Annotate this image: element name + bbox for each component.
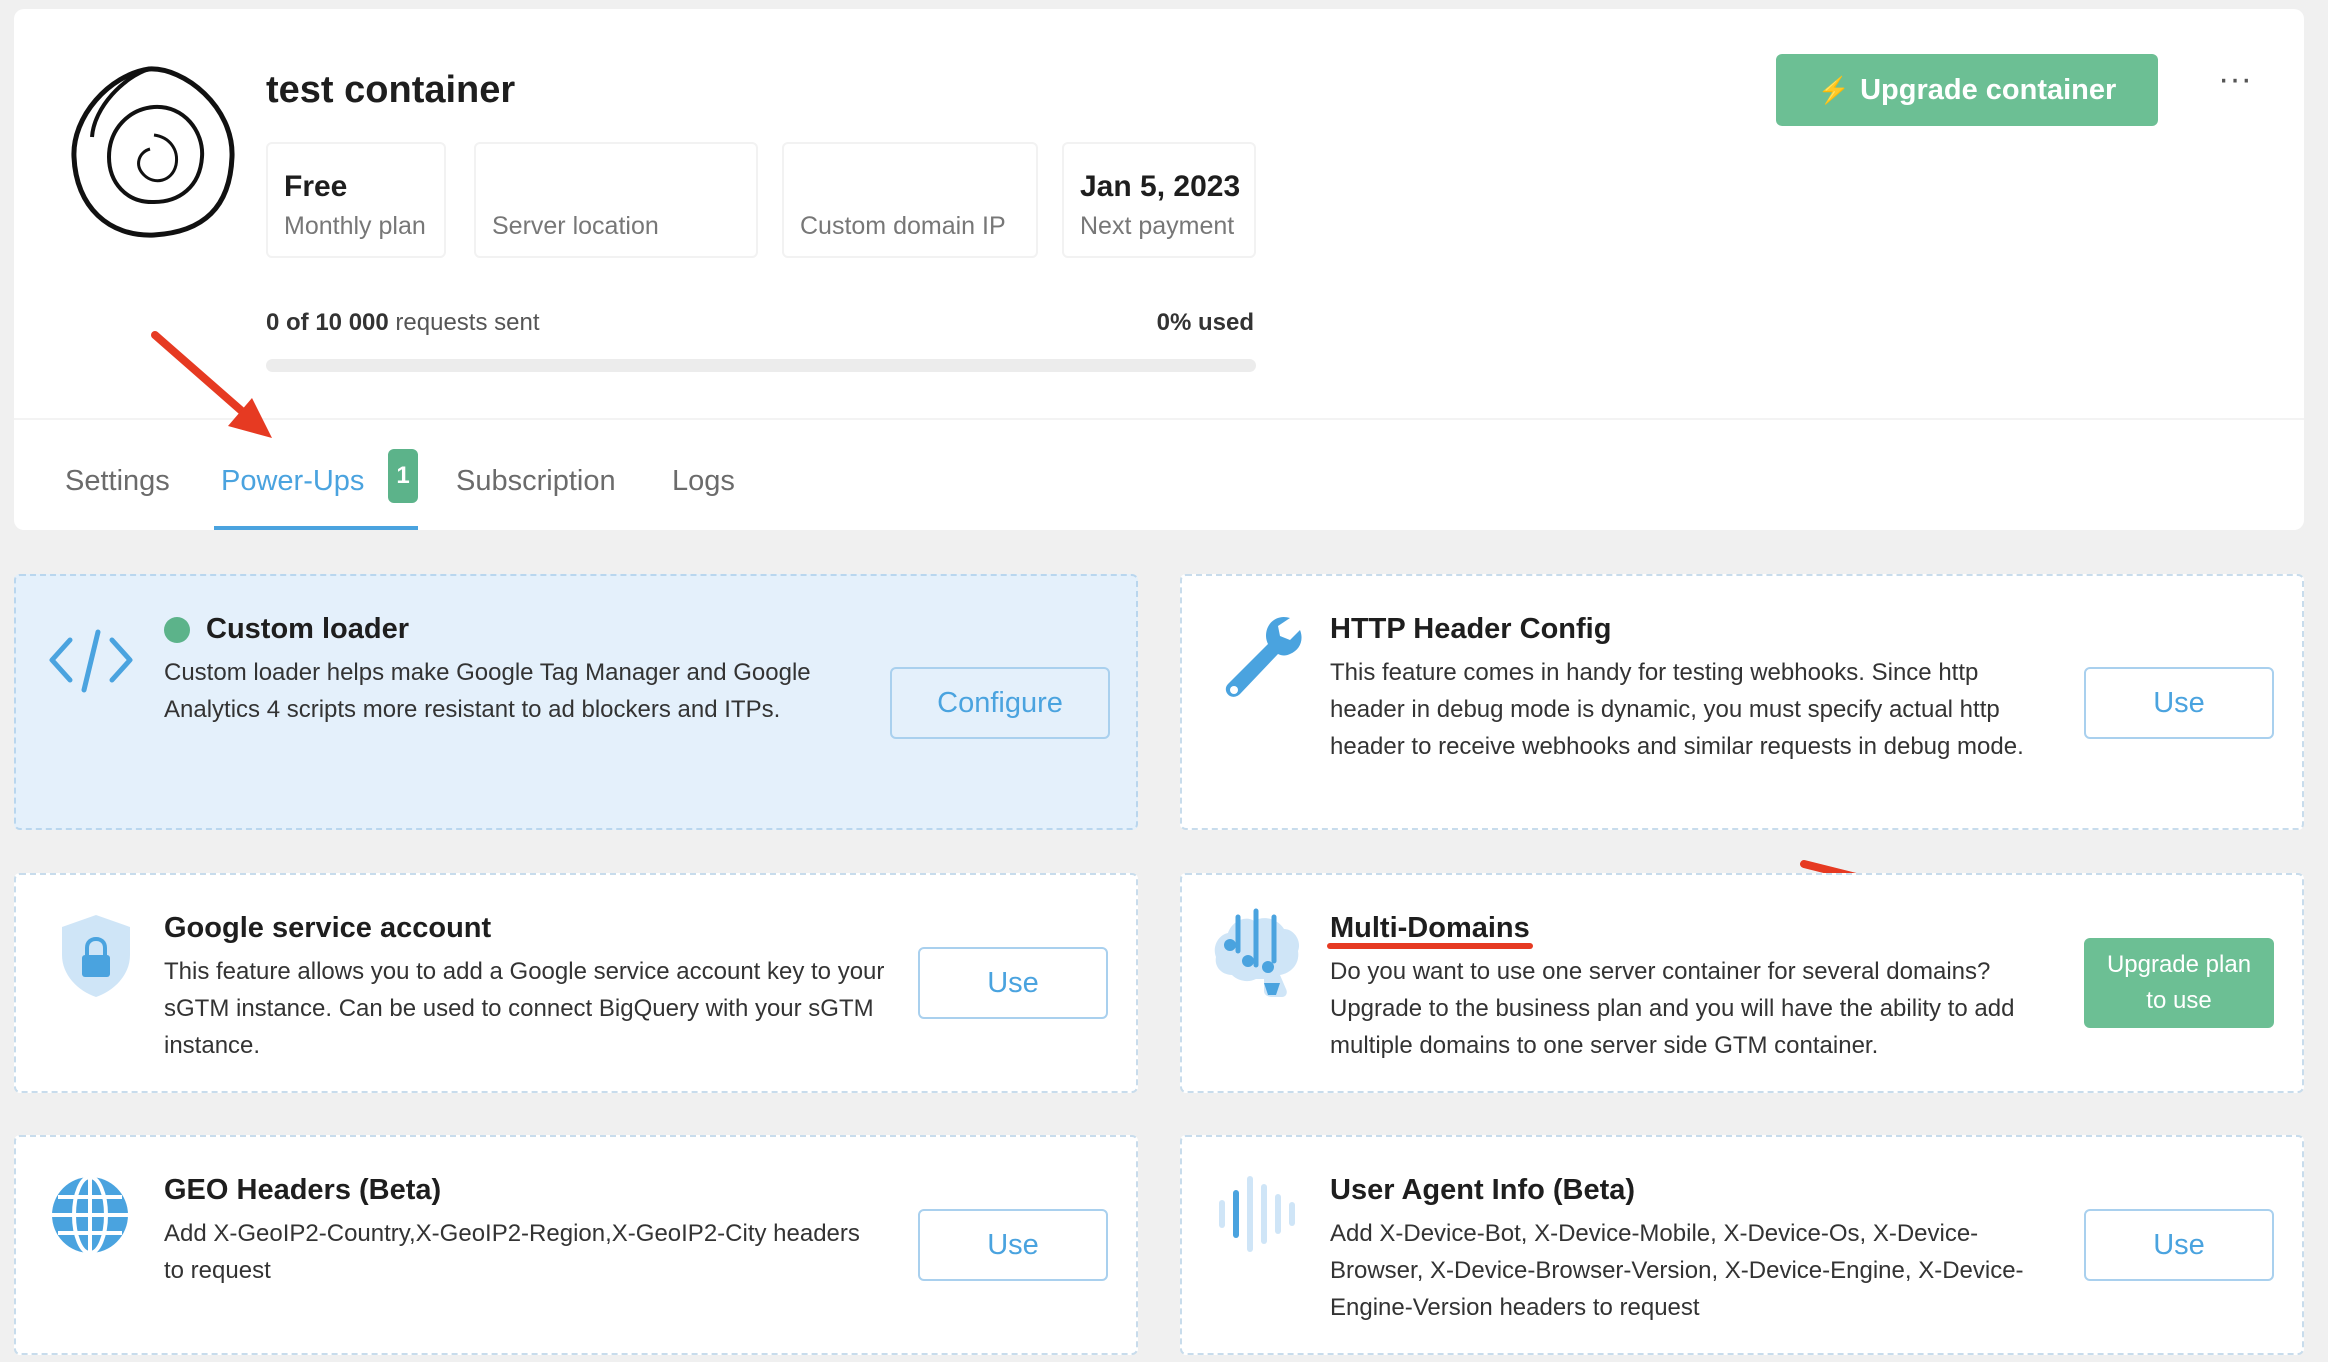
use-button[interactable]: Use — [918, 1209, 1108, 1281]
active-status-dot — [164, 617, 190, 643]
custom-domain-ip-box: Custom domain IP — [782, 142, 1038, 258]
next-payment-box: Jan 5, 2023 Next payment — [1062, 142, 1256, 258]
usage-progress-bar — [266, 359, 1256, 372]
card-title: User Agent Info (Beta) — [1330, 1174, 1636, 1206]
code-icon — [49, 629, 133, 693]
card-description: Custom loader helps make Google Tag Mana… — [164, 659, 811, 723]
power-up-card-multi-domains: Multi-Domains Do you want to use one ser… — [1180, 873, 2304, 1093]
tab-logs[interactable]: Logs — [672, 465, 735, 498]
upgrade-container-label: Upgrade container — [1860, 73, 2117, 106]
card-description: This feature allows you to add a Google … — [164, 958, 885, 1059]
configure-button[interactable]: Configure — [890, 667, 1110, 739]
server-location-label: Server location — [492, 212, 659, 240]
power-up-card-geo-headers: GEO Headers (Beta) Add X-GeoIP2-Country,… — [14, 1135, 1138, 1355]
power-ups-count-badge: 1 — [388, 449, 418, 503]
plan-value: Free — [284, 170, 348, 203]
card-description: Do you want to use one server container … — [1330, 958, 2015, 1059]
server-location-box: Server location — [474, 142, 758, 258]
card-title: Multi-Domains — [1330, 912, 1530, 944]
more-options-icon[interactable]: ··· — [2210, 62, 2260, 99]
card-description: Add X-GeoIP2-Country,X-GeoIP2-Region,X-G… — [164, 1220, 860, 1284]
annotation-underline — [1327, 943, 1533, 949]
requests-suffix: requests sent — [388, 309, 540, 336]
power-up-card-http-header-config: HTTP Header Config This feature comes in… — [1180, 574, 2304, 830]
plan-info-box: Free Monthly plan — [266, 142, 446, 258]
plan-label: Monthly plan — [284, 212, 426, 240]
requests-count: 0 of 10 000 — [266, 309, 389, 336]
tab-subscription[interactable]: Subscription — [456, 465, 616, 498]
card-title: HTTP Header Config — [1330, 613, 1612, 645]
upgrade-plan-to-use-button[interactable]: Upgrade plan to use — [2084, 938, 2274, 1028]
power-up-card-google-service-account: Google service account This feature allo… — [14, 873, 1138, 1093]
next-payment-value: Jan 5, 2023 — [1080, 170, 1241, 203]
use-button[interactable]: Use — [2084, 1209, 2274, 1281]
upgrade-container-button[interactable]: ⚡ Upgrade container — [1776, 54, 2158, 126]
next-payment-label: Next payment — [1080, 212, 1235, 240]
tabs-divider — [14, 418, 2304, 420]
requests-sent-text: 0 of 10 000 requests sent — [266, 309, 540, 337]
bars-icon — [1219, 1176, 1295, 1252]
card-title: Google service account — [164, 912, 492, 944]
container-header-card: test container Free Monthly plan Server … — [14, 9, 2304, 530]
spiral-logo-icon — [71, 66, 235, 238]
card-title: GEO Headers (Beta) — [164, 1174, 442, 1206]
custom-domain-ip-label: Custom domain IP — [800, 212, 1006, 240]
power-up-card-user-agent-info: User Agent Info (Beta) Add X-Device-Bot,… — [1180, 1135, 2304, 1355]
globe-icon — [52, 1175, 128, 1255]
tab-settings[interactable]: Settings — [65, 465, 170, 498]
use-button[interactable]: Use — [2084, 667, 2274, 739]
tab-power-ups[interactable]: Power-Ups — [221, 465, 364, 498]
power-up-card-custom-loader: Custom loader Custom loader helps make G… — [14, 574, 1138, 830]
card-title: Custom loader — [206, 613, 410, 645]
wrench-icon — [1225, 616, 1302, 697]
card-description: Add X-Device-Bot, X-Device-Mobile, X-Dev… — [1330, 1220, 2024, 1321]
lightning-icon: ⚡ — [1817, 74, 1851, 105]
use-button[interactable]: Use — [918, 947, 1108, 1019]
container-title: test container — [266, 69, 516, 111]
shield-lock-icon — [62, 915, 130, 997]
brain-icon — [1214, 908, 1300, 997]
usage-percent: 0% used — [1156, 309, 1254, 336]
card-description: This feature comes in handy for testing … — [1330, 659, 2024, 760]
active-tab-indicator — [214, 526, 418, 530]
